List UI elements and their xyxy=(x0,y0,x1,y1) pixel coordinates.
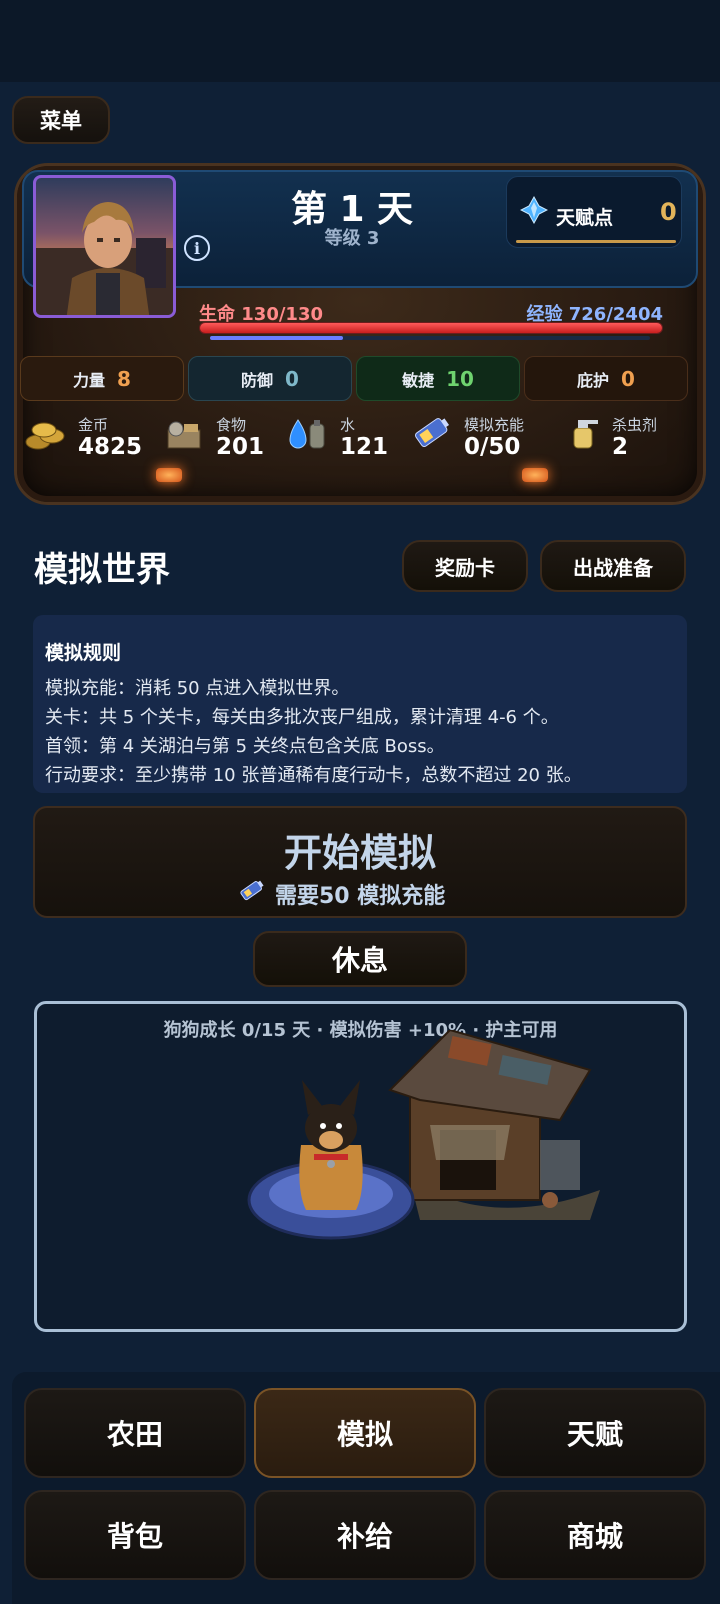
pesticide-value: 2 xyxy=(612,434,629,460)
battle-prep-button[interactable]: 出战准备 xyxy=(540,540,686,592)
stat-value: 10 xyxy=(446,366,474,391)
stat-label: 庇护 xyxy=(577,370,610,390)
start-simulation-label: 开始模拟 xyxy=(283,831,436,875)
blue-gem-icon xyxy=(520,196,548,224)
stat-label: 防御 xyxy=(241,370,274,390)
hp-bar xyxy=(199,322,663,334)
section-title: 模拟世界 xyxy=(34,550,170,590)
stat-label: 力量 xyxy=(73,370,106,390)
lamp-right-decoration xyxy=(522,468,548,482)
food-value: 201 xyxy=(216,434,265,460)
dog-in-bed-image[interactable] xyxy=(246,1070,416,1240)
gold-value: 4825 xyxy=(78,434,143,460)
xp-bar-fill xyxy=(210,336,343,340)
food-crate-icon xyxy=(167,421,201,449)
nav-backpack[interactable]: 背包 xyxy=(24,1490,246,1580)
coins-icon xyxy=(25,422,65,450)
stat-value: 0 xyxy=(285,366,299,391)
food-label: 食物 xyxy=(216,416,247,434)
pesticide-label: 杀虫剂 xyxy=(612,416,658,434)
game-screen: 菜单 i 第 1 天 等级 3 天赋点 0 生命 130/130 经验 726/… xyxy=(0,0,720,1604)
water-label: 水 xyxy=(340,416,356,434)
stat-value: 0 xyxy=(621,366,635,391)
nav-talent[interactable]: 天赋 xyxy=(484,1388,706,1478)
rule-line: 行动要求：至少携带 10 张普通稀有度行动卡，总数不超过 20 张。 xyxy=(45,765,582,786)
nav-farm[interactable]: 农田 xyxy=(24,1388,246,1478)
reward-card-button[interactable]: 奖励卡 xyxy=(402,540,528,592)
nav-simulation[interactable]: 模拟 xyxy=(254,1388,476,1478)
sim-charge-label: 模拟充能 xyxy=(464,416,525,434)
talent-points-value: 0 xyxy=(660,198,677,226)
stat-agility: 敏捷 10 xyxy=(356,356,520,401)
level-label: 等级 3 xyxy=(324,228,380,249)
menu-button[interactable]: 菜单 xyxy=(12,96,110,144)
spray-bottle-icon xyxy=(573,420,598,449)
stat-defense: 防御 0 xyxy=(188,356,352,401)
water-drop-icon xyxy=(289,419,325,449)
rule-line: 模拟充能：消耗 50 点进入模拟世界。 xyxy=(45,678,350,699)
talent-divider xyxy=(516,240,676,243)
stat-shelter: 庇护 0 xyxy=(524,356,688,401)
battery-icon xyxy=(240,880,264,901)
status-bar-area xyxy=(0,0,720,82)
stat-label: 敏捷 xyxy=(402,370,435,390)
talent-points-label: 天赋点 xyxy=(556,207,614,229)
hp-bar-fill xyxy=(200,323,662,333)
gold-label: 金币 xyxy=(78,416,109,434)
water-value: 121 xyxy=(340,434,389,460)
stat-value: 8 xyxy=(117,366,131,391)
rest-button[interactable]: 休息 xyxy=(253,931,467,987)
nav-supply[interactable]: 补给 xyxy=(254,1490,476,1580)
sim-charge-value: 0/50 xyxy=(464,434,521,460)
xp-bar xyxy=(210,336,650,340)
stat-strength: 力量 8 xyxy=(20,356,184,401)
battery-icon xyxy=(414,418,450,448)
rule-line: 首领：第 4 关湖泊与第 5 关终点包含关底 Boss。 xyxy=(45,736,445,757)
rule-line: 关卡：共 5 个关卡，每关由多批次丧尸组成，累计清理 4-6 个。 xyxy=(45,707,559,728)
lamp-left-decoration xyxy=(156,468,182,482)
rules-title: 模拟规则 xyxy=(45,642,122,664)
nav-shop[interactable]: 商城 xyxy=(484,1490,706,1580)
start-cost-label: 需要50 模拟充能 xyxy=(275,884,446,909)
player-avatar[interactable] xyxy=(33,175,176,318)
